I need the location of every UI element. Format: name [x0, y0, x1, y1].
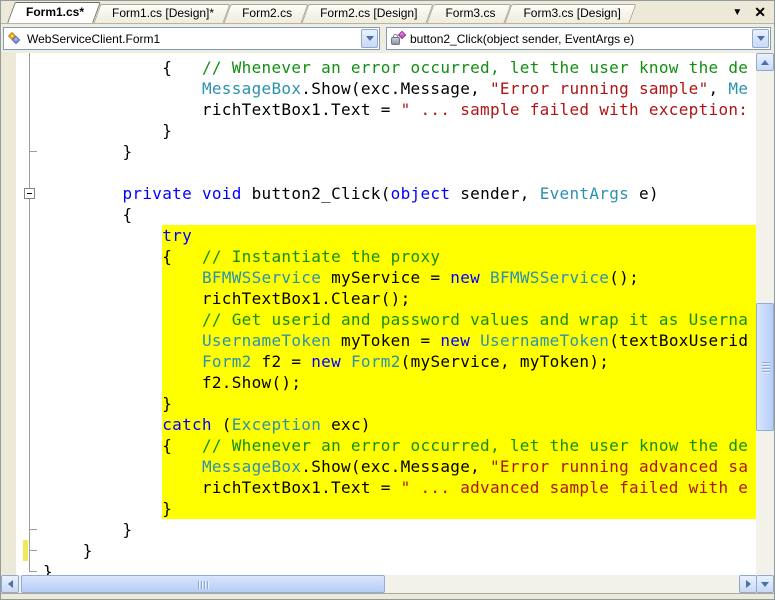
code-lines: { // Whenever an error occurred, let the… [1, 57, 757, 575]
code-line[interactable]: { // Instantiate the proxy [1, 246, 757, 267]
code-line[interactable]: // Get userid and password values and wr… [1, 309, 757, 330]
code-line[interactable]: } [1, 141, 757, 162]
type-dropdown[interactable]: WebServiceClient.Form1 [3, 27, 380, 50]
vertical-scrollbar[interactable] [756, 53, 774, 593]
tab-strip-controls: ▼ ✕ [732, 1, 774, 23]
scroll-down-button[interactable] [756, 575, 774, 593]
tab-form1-cs-design-[interactable]: Form1.cs [Design]* [97, 4, 227, 23]
arrow-left-icon [7, 580, 13, 588]
tab-label: Form2.cs [242, 6, 293, 20]
tab-form3-cs[interactable]: Form3.cs [430, 4, 508, 23]
code-line[interactable]: MessageBox.Show(exc.Message, "Error runn… [1, 78, 757, 99]
highlighted-code: richTextBox1.Clear(); [162, 288, 757, 309]
highlighted-code: f2.Show(); [162, 372, 757, 393]
scroll-left-button[interactable] [1, 575, 19, 593]
highlighted-code: { // Whenever an error occurred, let the… [162, 435, 757, 456]
arrow-up-icon [761, 59, 769, 65]
tab-form2-cs[interactable]: Form2.cs [227, 4, 305, 23]
chevron-down-icon [756, 36, 765, 41]
vertical-scrollbar-thumb[interactable] [756, 303, 774, 431]
code-line[interactable]: { // Whenever an error occurred, let the… [1, 435, 757, 456]
code-line[interactable]: { [1, 204, 757, 225]
document-tab-strip: Form1.cs* Form1.cs [Design]* Form2.cs Form2… [1, 1, 774, 23]
code-line[interactable]: f2.Show(); [1, 372, 757, 393]
code-editor-window: Form1.cs* Form1.cs [Design]* Form2.cs Form2… [0, 0, 775, 600]
highlighted-code: richTextBox1.Text = " ... advanced sampl… [162, 477, 757, 498]
close-document-icon[interactable]: ✕ [754, 4, 766, 21]
tab-label: Form3.cs [445, 6, 496, 20]
code-line[interactable]: } [1, 519, 757, 540]
horizontal-scrollbar[interactable] [1, 575, 757, 593]
code-line[interactable]: } [1, 120, 757, 141]
member-dropdown-button[interactable] [752, 29, 769, 48]
code-line[interactable]: catch (Exception exc) [1, 414, 757, 435]
tab-form2-cs-design-[interactable]: Form2.cs [Design] [305, 4, 430, 23]
code-line[interactable]: richTextBox1.Clear(); [1, 288, 757, 309]
code-line[interactable]: private void button2_Click(object sender… [1, 183, 757, 204]
code-line[interactable]: Form2 f2 = new Form2(myService, myToken)… [1, 351, 757, 372]
tab-label: Form2.cs [Design] [320, 6, 418, 20]
member-dropdown[interactable]: button2_Click(object sender, EventArgs e… [386, 27, 771, 50]
code-line[interactable]: UsernameToken myToken = new UsernameToke… [1, 330, 757, 351]
chevron-down-icon [365, 36, 374, 41]
navigation-bar: WebServiceClient.Form1 button2_Click(obj… [1, 23, 774, 53]
type-dropdown-button[interactable] [361, 29, 378, 48]
code-line[interactable]: try [1, 225, 757, 246]
class-icon [7, 31, 23, 47]
highlighted-code: } [162, 498, 757, 519]
tab-form3-cs-design-[interactable]: Form3.cs [Design] [508, 4, 633, 23]
tab-label: Form1.cs* [26, 5, 85, 19]
scroll-right-button[interactable] [739, 575, 757, 593]
arrow-right-icon [745, 580, 751, 588]
tab-label: Form1.cs [Design]* [112, 6, 215, 20]
scroll-up-button[interactable] [756, 53, 774, 71]
code-line[interactable]: } [1, 561, 757, 575]
type-dropdown-value: WebServiceClient.Form1 [27, 31, 161, 46]
code-line[interactable]: } [1, 498, 757, 519]
highlighted-code: try [162, 225, 757, 246]
code-line[interactable]: { // Whenever an error occurred, let the… [1, 57, 757, 78]
code-line[interactable] [1, 162, 757, 183]
highlighted-code: UsernameToken myToken = new UsernameToke… [162, 330, 757, 351]
highlighted-code: MessageBox.Show(exc.Message, "Error runn… [162, 456, 757, 477]
highlighted-code: } [162, 393, 757, 414]
code-editor-surface[interactable]: { // Whenever an error occurred, let the… [1, 53, 757, 575]
window-bottom-edge [1, 593, 774, 599]
code-line[interactable]: richTextBox1.Text = " ... sample failed … [1, 99, 757, 120]
code-line[interactable]: } [1, 393, 757, 414]
member-dropdown-value: button2_Click(object sender, EventArgs e… [410, 31, 635, 46]
arrow-down-icon [761, 581, 769, 587]
tab-overflow-icon[interactable]: ▼ [732, 7, 742, 18]
highlighted-code: // Get userid and password values and wr… [162, 309, 757, 330]
code-line[interactable]: } [1, 540, 757, 561]
tab-label: Form3.cs [Design] [523, 6, 621, 20]
highlighted-code: BFMWSService myService = new BFMWSServic… [162, 267, 757, 288]
horizontal-scrollbar-thumb[interactable] [21, 575, 385, 593]
tab-form1-cs-[interactable]: Form1.cs* [11, 2, 97, 23]
highlighted-code: { // Instantiate the proxy [162, 246, 757, 267]
code-line[interactable]: MessageBox.Show(exc.Message, "Error runn… [1, 456, 757, 477]
code-line[interactable]: BFMWSService myService = new BFMWSServic… [1, 267, 757, 288]
private-method-icon [390, 30, 407, 47]
highlighted-code: catch (Exception exc) [162, 414, 757, 435]
highlighted-code: Form2 f2 = new Form2(myService, myToken)… [162, 351, 757, 372]
code-line[interactable]: richTextBox1.Text = " ... advanced sampl… [1, 477, 757, 498]
